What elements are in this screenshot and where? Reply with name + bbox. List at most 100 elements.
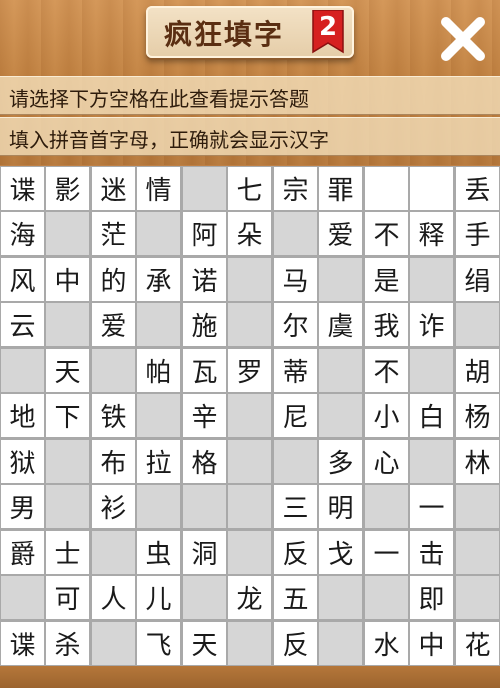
grid-cell[interactable]: 杀 [46, 622, 89, 665]
grid-cell[interactable]: 布 [92, 440, 135, 483]
grid-cell[interactable]: 中 [410, 622, 453, 665]
grid-cell[interactable]: 反 [274, 622, 317, 665]
grid-cell-blocked [137, 212, 180, 255]
grid-cell[interactable]: 蒂 [274, 349, 317, 392]
grid-cell[interactable]: 不 [365, 212, 408, 255]
bottom-wood-strip [0, 666, 500, 688]
grid-cell[interactable]: 我 [365, 303, 408, 346]
grid-cell[interactable]: 格 [183, 440, 226, 483]
grid-cell[interactable]: 七 [228, 167, 271, 210]
grid-cell[interactable]: 可 [46, 576, 89, 619]
grid-cell[interactable]: 谍 [1, 167, 44, 210]
grid-cell[interactable]: 天 [183, 622, 226, 665]
grid-cell[interactable]: 迷 [92, 167, 135, 210]
grid-cell[interactable]: 花 [456, 622, 499, 665]
grid-cell[interactable]: 下 [46, 394, 89, 437]
grid-cell[interactable]: 心 [365, 440, 408, 483]
grid-cell[interactable]: 林 [456, 440, 499, 483]
grid-cell[interactable]: 多 [319, 440, 362, 483]
grid-cell[interactable]: 龙 [228, 576, 271, 619]
grid-cell-blocked [1, 349, 44, 392]
grid-cell[interactable]: 爵 [1, 531, 44, 574]
grid-cell[interactable]: 人 [92, 576, 135, 619]
game-title: 疯狂填字 [164, 18, 285, 51]
grid-cell[interactable]: 施 [183, 303, 226, 346]
grid-cell[interactable]: 杨 [456, 394, 499, 437]
grid-cell-blocked [228, 531, 271, 574]
grid-cell[interactable]: 诈 [410, 303, 453, 346]
grid-cell[interactable]: 戈 [319, 531, 362, 574]
grid-cell[interactable]: 帕 [137, 349, 180, 392]
grid-cell[interactable]: 小 [365, 394, 408, 437]
grid-cell[interactable]: 即 [410, 576, 453, 619]
grid-cell-blocked [410, 258, 453, 301]
grid-cell[interactable]: 释 [410, 212, 453, 255]
grid-cell[interactable]: 承 [137, 258, 180, 301]
grid-cell[interactable]: 影 [46, 167, 89, 210]
grid-cell[interactable]: 洞 [183, 531, 226, 574]
grid-cell[interactable]: 罪 [319, 167, 362, 210]
grid-cell[interactable]: 瓦 [183, 349, 226, 392]
grid-cell[interactable]: 风 [1, 258, 44, 301]
grid-cell[interactable]: 阿 [183, 212, 226, 255]
grid-cell[interactable]: 的 [92, 258, 135, 301]
grid-cell[interactable]: 爱 [319, 212, 362, 255]
grid-cell[interactable]: 云 [1, 303, 44, 346]
grid-cell[interactable]: 丢 [456, 167, 499, 210]
grid-cell[interactable]: 五 [274, 576, 317, 619]
grid-cell-blocked [228, 622, 271, 665]
grid-cell[interactable]: 铁 [92, 394, 135, 437]
grid-cell-blocked [1, 576, 44, 619]
grid-cell-blocked [46, 440, 89, 483]
title-plaque: 疯狂填字 2 [146, 6, 354, 58]
grid-cell[interactable]: 虞 [319, 303, 362, 346]
grid-cell[interactable]: 情 [137, 167, 180, 210]
grid-cell[interactable]: 海 [1, 212, 44, 255]
grid-cell[interactable]: 不 [365, 349, 408, 392]
grid-cell[interactable]: 马 [274, 258, 317, 301]
grid-cell[interactable]: 男 [1, 485, 44, 528]
grid-cell[interactable]: 击 [410, 531, 453, 574]
grid-cell[interactable]: 天 [46, 349, 89, 392]
grid-cell[interactable]: 尔 [274, 303, 317, 346]
grid-cell-blocked [46, 212, 89, 255]
grid-cell-blocked [410, 440, 453, 483]
grid-cell[interactable]: 狱 [1, 440, 44, 483]
grid-cell[interactable] [410, 167, 453, 210]
grid-cell-blocked [228, 485, 271, 528]
close-button[interactable] [436, 12, 490, 66]
grid-cell[interactable]: 士 [46, 531, 89, 574]
grid-cell[interactable]: 谍 [1, 622, 44, 665]
grid-cell[interactable]: 三 [274, 485, 317, 528]
grid-cell[interactable]: 一 [410, 485, 453, 528]
grid-cell[interactable]: 水 [365, 622, 408, 665]
grid-cell[interactable]: 尼 [274, 394, 317, 437]
grid-cell[interactable]: 虫 [137, 531, 180, 574]
grid-cell-blocked [456, 303, 499, 346]
grid-cell[interactable] [365, 167, 408, 210]
grid-cell[interactable]: 朵 [228, 212, 271, 255]
grid-cell-blocked [319, 622, 362, 665]
grid-cell[interactable]: 胡 [456, 349, 499, 392]
grid-cell[interactable]: 儿 [137, 576, 180, 619]
grid-cell[interactable]: 飞 [137, 622, 180, 665]
grid-cell-blocked [137, 303, 180, 346]
grid-cell[interactable]: 地 [1, 394, 44, 437]
grid-cell[interactable]: 罗 [228, 349, 271, 392]
crossword-grid: 谍影迷情七宗罪丢海茫阿朵爱不释手风中的承诺马是绢云爱施尔虞我诈天帕瓦罗蒂不胡地下… [0, 166, 500, 666]
grid-cell[interactable]: 爱 [92, 303, 135, 346]
grid-cell[interactable]: 明 [319, 485, 362, 528]
grid-cell[interactable]: 中 [46, 258, 89, 301]
grid-cell[interactable]: 反 [274, 531, 317, 574]
grid-cell[interactable]: 是 [365, 258, 408, 301]
grid-cell[interactable]: 手 [456, 212, 499, 255]
grid-cell[interactable]: 一 [365, 531, 408, 574]
grid-cell[interactable]: 诺 [183, 258, 226, 301]
grid-cell[interactable]: 宗 [274, 167, 317, 210]
grid-cell[interactable]: 茫 [92, 212, 135, 255]
grid-cell[interactable]: 拉 [137, 440, 180, 483]
grid-cell[interactable]: 辛 [183, 394, 226, 437]
grid-cell[interactable]: 衫 [92, 485, 135, 528]
grid-cell[interactable]: 绢 [456, 258, 499, 301]
grid-cell[interactable]: 白 [410, 394, 453, 437]
